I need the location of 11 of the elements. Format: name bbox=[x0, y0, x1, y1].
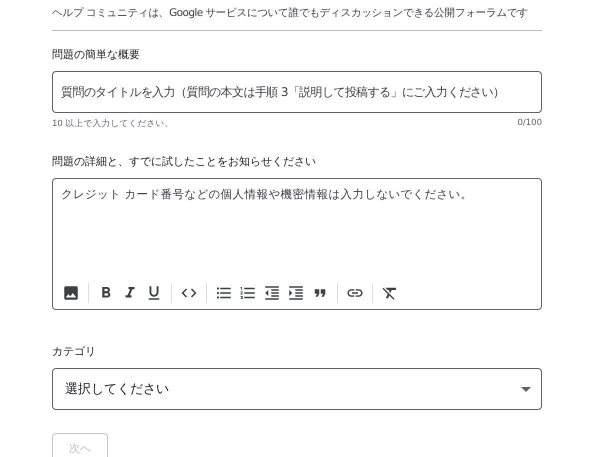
dropdown-caret-icon bbox=[521, 386, 531, 392]
title-input-field[interactable]: 質問のタイトルを入力（質問の本文は手順 3「説明して投稿する」にご入力ください） bbox=[52, 71, 542, 113]
character-counter: 0/100 bbox=[518, 118, 542, 130]
field-label: 問題の簡単な概要 bbox=[52, 47, 141, 62]
intro-text: ヘルプ コミュニティは、Google サービスについて誰でもディスカッションできる公開フォーラムです bbox=[52, 6, 542, 31]
field-label: カテゴリ bbox=[52, 344, 97, 360]
category-dropdown[interactable]: 選択してください bbox=[52, 368, 542, 410]
field-label: 問題の詳細と、すでに試したことをお知らせください bbox=[52, 154, 317, 169]
dropdown-value: 選択してください bbox=[65, 381, 169, 398]
helper-text: 10 以上で入力してください。 bbox=[52, 118, 174, 130]
details-editor[interactable]: クレジット カード番号などの個人情報や機密情報は入力しないでください。 bbox=[52, 178, 542, 310]
